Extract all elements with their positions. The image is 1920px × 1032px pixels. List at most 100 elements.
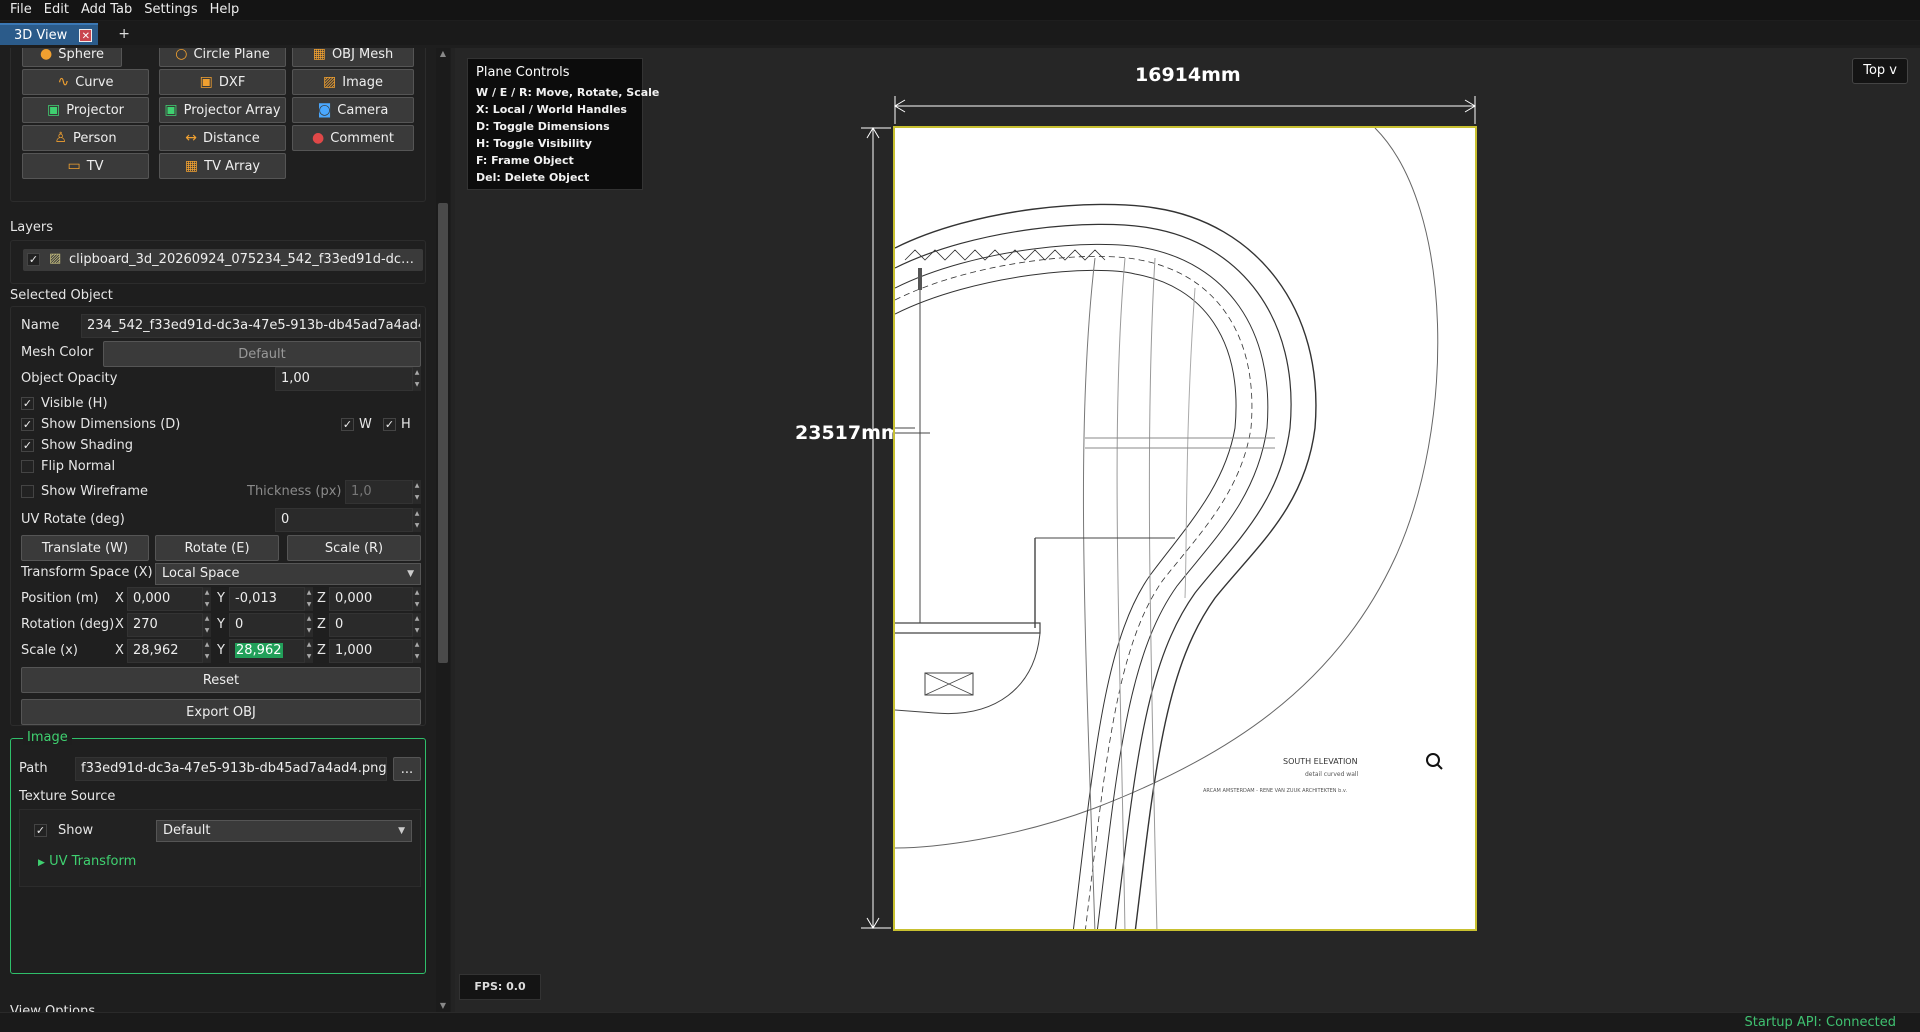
menu-settings[interactable]: Settings: [140, 0, 205, 20]
camera-icon: ◙: [317, 102, 332, 118]
tab-3d-view[interactable]: 3D View ✕: [0, 23, 99, 45]
layer-item[interactable]: ✓ ▨ clipboard_3d_20260924_075234_542_f33…: [23, 249, 423, 271]
texture-source-dropdown[interactable]: Default ▼: [156, 820, 412, 842]
position-z-spinner[interactable]: ▲ ▼: [413, 587, 421, 611]
add-distance-button[interactable]: ↔ Distance: [159, 125, 286, 151]
mesh-color-label: Mesh Color: [21, 345, 94, 360]
transform-space-dropdown[interactable]: Local Space ▼: [155, 563, 421, 585]
scale-z-spinner[interactable]: ▲ ▼: [413, 639, 421, 663]
show-wireframe-label: Show Wireframe: [41, 484, 148, 499]
rotation-x-axis: X: [115, 617, 124, 632]
scale-x-input[interactable]: 28,962: [127, 639, 203, 663]
image-icon: ▨: [323, 74, 337, 90]
thickness-spinner[interactable]: ▲ ▼: [413, 480, 421, 504]
scale-y-spinner[interactable]: ▲ ▼: [305, 639, 313, 663]
add-obj-mesh-button[interactable]: ▦ OBJ Mesh: [292, 48, 414, 67]
selected-object-title: Selected Object: [10, 288, 113, 303]
add-tab-button[interactable]: +: [110, 23, 138, 45]
scroll-down-icon[interactable]: ▼: [436, 1000, 450, 1012]
add-projector-button[interactable]: ▣ Projector: [22, 97, 149, 123]
circle-icon: ○: [175, 48, 188, 62]
opacity-spinner[interactable]: ▲ ▼: [413, 367, 421, 391]
name-input[interactable]: 234_542_f33ed91d-dc3a-47e5-913b-db45ad7a…: [81, 314, 421, 338]
rotation-z-input[interactable]: 0: [329, 613, 413, 637]
scale-x-spinner[interactable]: ▲ ▼: [203, 639, 211, 663]
position-x-spinner[interactable]: ▲ ▼: [203, 587, 211, 611]
scale-z-input[interactable]: 1,000: [329, 639, 413, 663]
menu-help[interactable]: Help: [206, 0, 248, 20]
show-wireframe-checkbox[interactable]: ✓: [21, 485, 34, 498]
person-icon: ♙: [54, 130, 67, 146]
position-x-input[interactable]: 0,000: [127, 587, 203, 611]
add-tv-button[interactable]: ▭ TV: [22, 153, 149, 179]
width-dimension-label: 16914mm: [1135, 64, 1241, 86]
uv-rotate-input[interactable]: 0: [275, 508, 413, 532]
show-shading-checkbox[interactable]: ✓: [21, 439, 34, 452]
position-z-input[interactable]: 0,000: [329, 587, 413, 611]
flip-normal-checkbox[interactable]: ✓: [21, 460, 34, 473]
add-tv-array-button[interactable]: ▦ TV Array: [159, 153, 286, 179]
object-opacity-label: Object Opacity: [21, 371, 118, 386]
zoom-icon: [1426, 753, 1443, 770]
menu-bar: File Edit Add Tab Settings Help: [0, 0, 1920, 20]
reset-button[interactable]: Reset: [21, 667, 421, 693]
browse-button[interactable]: ...: [393, 757, 421, 781]
height-dimension-label: 23517mm: [795, 422, 901, 444]
3d-viewport[interactable]: Plane Controls W / E / R: Move, Rotate, …: [455, 48, 1920, 1012]
show-dimensions-checkbox[interactable]: ✓: [21, 418, 34, 431]
scroll-thumb[interactable]: [438, 203, 448, 663]
path-input[interactable]: f33ed91d-dc3a-47e5-913b-db45ad7a4ad4.png: [75, 757, 387, 781]
architectural-drawing: SOUTH ELEVATION detail curved wall ARCAM…: [895, 128, 1443, 929]
add-dxf-button[interactable]: ▣ DXF: [159, 69, 286, 95]
add-projector-array-button[interactable]: ▣ Projector Array: [159, 97, 286, 123]
menu-file[interactable]: File: [6, 0, 40, 20]
visible-checkbox[interactable]: ✓: [21, 397, 34, 410]
tab-label: 3D View: [14, 27, 68, 43]
add-sphere-button[interactable]: ● Sphere: [22, 48, 122, 67]
rotation-x-spinner[interactable]: ▲ ▼: [203, 613, 211, 637]
rotation-y-input[interactable]: 0: [229, 613, 305, 637]
add-camera-button[interactable]: ◙ Camera: [292, 97, 414, 123]
position-x-axis: X: [115, 591, 124, 606]
view-options-title-partial: View Options: [10, 1004, 96, 1012]
mesh-color-button[interactable]: Default: [103, 341, 421, 367]
add-comment-button[interactable]: ● Comment: [292, 125, 414, 151]
position-y-input[interactable]: -0,013: [229, 587, 305, 611]
rotation-x-input[interactable]: 270: [127, 613, 203, 637]
menu-edit[interactable]: Edit: [40, 0, 77, 20]
image-plane[interactable]: SOUTH ELEVATION detail curved wall ARCAM…: [893, 126, 1477, 931]
rotate-button[interactable]: Rotate (E): [155, 535, 279, 561]
translate-button[interactable]: Translate (W): [21, 535, 149, 561]
fps-counter: FPS: 0.0: [459, 974, 541, 1000]
uv-transform-toggle[interactable]: ▶ UV Transform: [38, 854, 136, 869]
uv-rotate-label: UV Rotate (deg): [21, 512, 125, 527]
add-image-button[interactable]: ▨ Image: [292, 69, 414, 95]
thickness-input[interactable]: 1,0: [345, 480, 413, 504]
position-z-axis: Z: [317, 591, 326, 606]
opacity-input[interactable]: 1,00: [275, 367, 413, 391]
position-y-axis: Y: [217, 591, 225, 606]
layer-visibility-checkbox[interactable]: ✓: [27, 253, 40, 266]
add-person-button[interactable]: ♙ Person: [22, 125, 149, 151]
export-obj-button[interactable]: Export OBJ: [21, 699, 421, 725]
scale-button[interactable]: Scale (R): [287, 535, 421, 561]
scale-y-input[interactable]: 28,962: [229, 639, 305, 663]
dim-w-checkbox[interactable]: ✓: [341, 418, 354, 431]
rotation-z-spinner[interactable]: ▲ ▼: [413, 613, 421, 637]
dim-h-checkbox[interactable]: ✓: [383, 418, 396, 431]
menu-add-tab[interactable]: Add Tab: [77, 0, 140, 20]
add-circle-plane-button[interactable]: ○ Circle Plane: [159, 48, 286, 67]
close-icon[interactable]: ✕: [79, 28, 93, 42]
panel-scrollbar[interactable]: ▲ ▼: [436, 48, 450, 1012]
uv-rotate-spinner[interactable]: ▲ ▼: [413, 508, 421, 532]
dim-w-label: W: [359, 417, 372, 432]
position-y-spinner[interactable]: ▲ ▼: [305, 587, 313, 611]
rotation-y-spinner[interactable]: ▲ ▼: [305, 613, 313, 637]
tab-bar: 3D View ✕ +: [0, 21, 1920, 45]
layers-title: Layers: [10, 220, 54, 235]
layer-label: clipboard_3d_20260924_075234_542_f33ed91…: [69, 252, 415, 267]
show-texture-checkbox[interactable]: ✓: [34, 824, 47, 837]
add-curve-button[interactable]: ∿ Curve: [22, 69, 149, 95]
scale-y-selected-text: 28,962: [235, 643, 283, 658]
scroll-up-icon[interactable]: ▲: [436, 48, 450, 60]
